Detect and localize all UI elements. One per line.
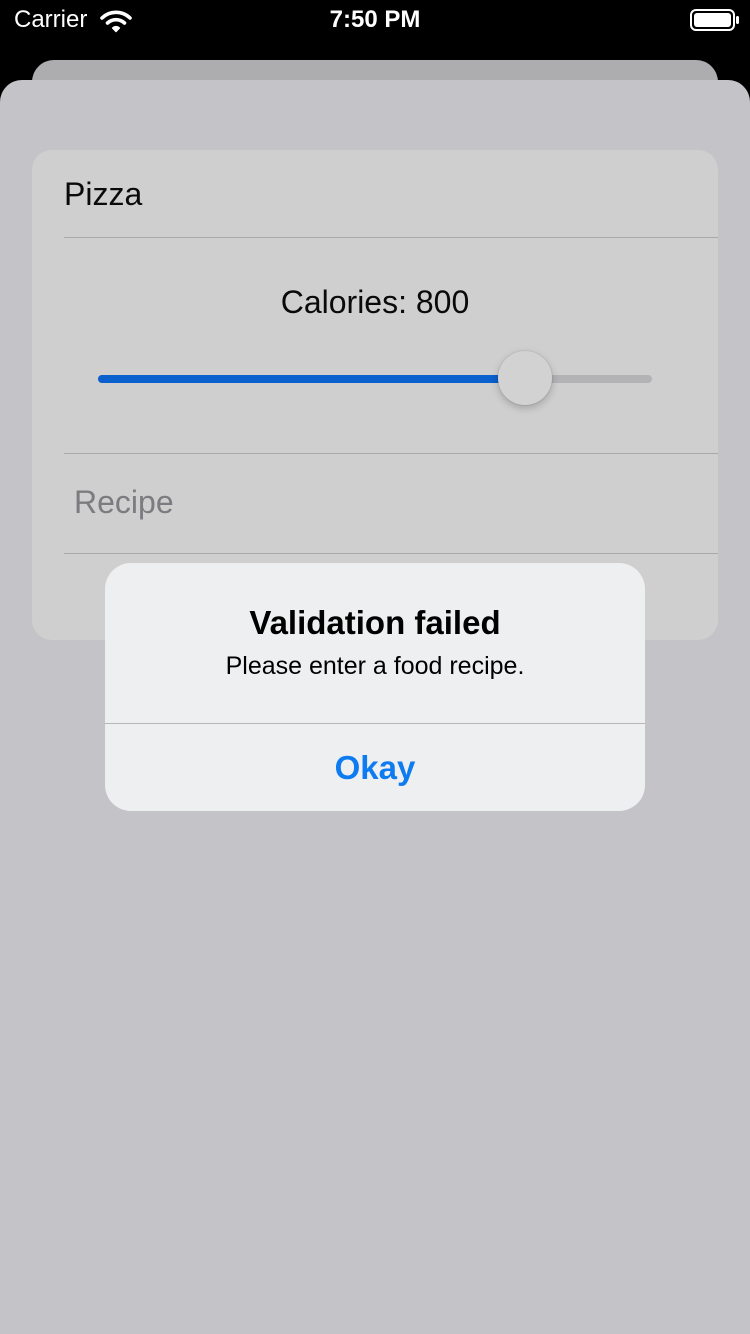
validation-alert: Validation failed Please enter a food re…	[105, 563, 645, 811]
okay-button[interactable]: Okay	[105, 724, 645, 811]
slider-fill	[98, 375, 525, 383]
alert-title: Validation failed	[249, 604, 501, 641]
divider	[64, 237, 718, 238]
alert-message: Please enter a food recipe.	[225, 652, 525, 680]
calories-label: Calories: 800	[280, 284, 470, 320]
slider-thumb[interactable]	[497, 351, 552, 405]
calories-slider[interactable]	[98, 350, 652, 408]
status-time: 7:50 PM	[329, 6, 421, 33]
food-name-field[interactable]: Pizza	[64, 174, 142, 214]
status-bar: Carrier 7:50 PM	[0, 0, 750, 40]
recipe-input[interactable]: Recipe	[74, 482, 174, 522]
battery-icon	[690, 9, 739, 31]
divider	[64, 453, 718, 454]
divider	[64, 553, 718, 554]
